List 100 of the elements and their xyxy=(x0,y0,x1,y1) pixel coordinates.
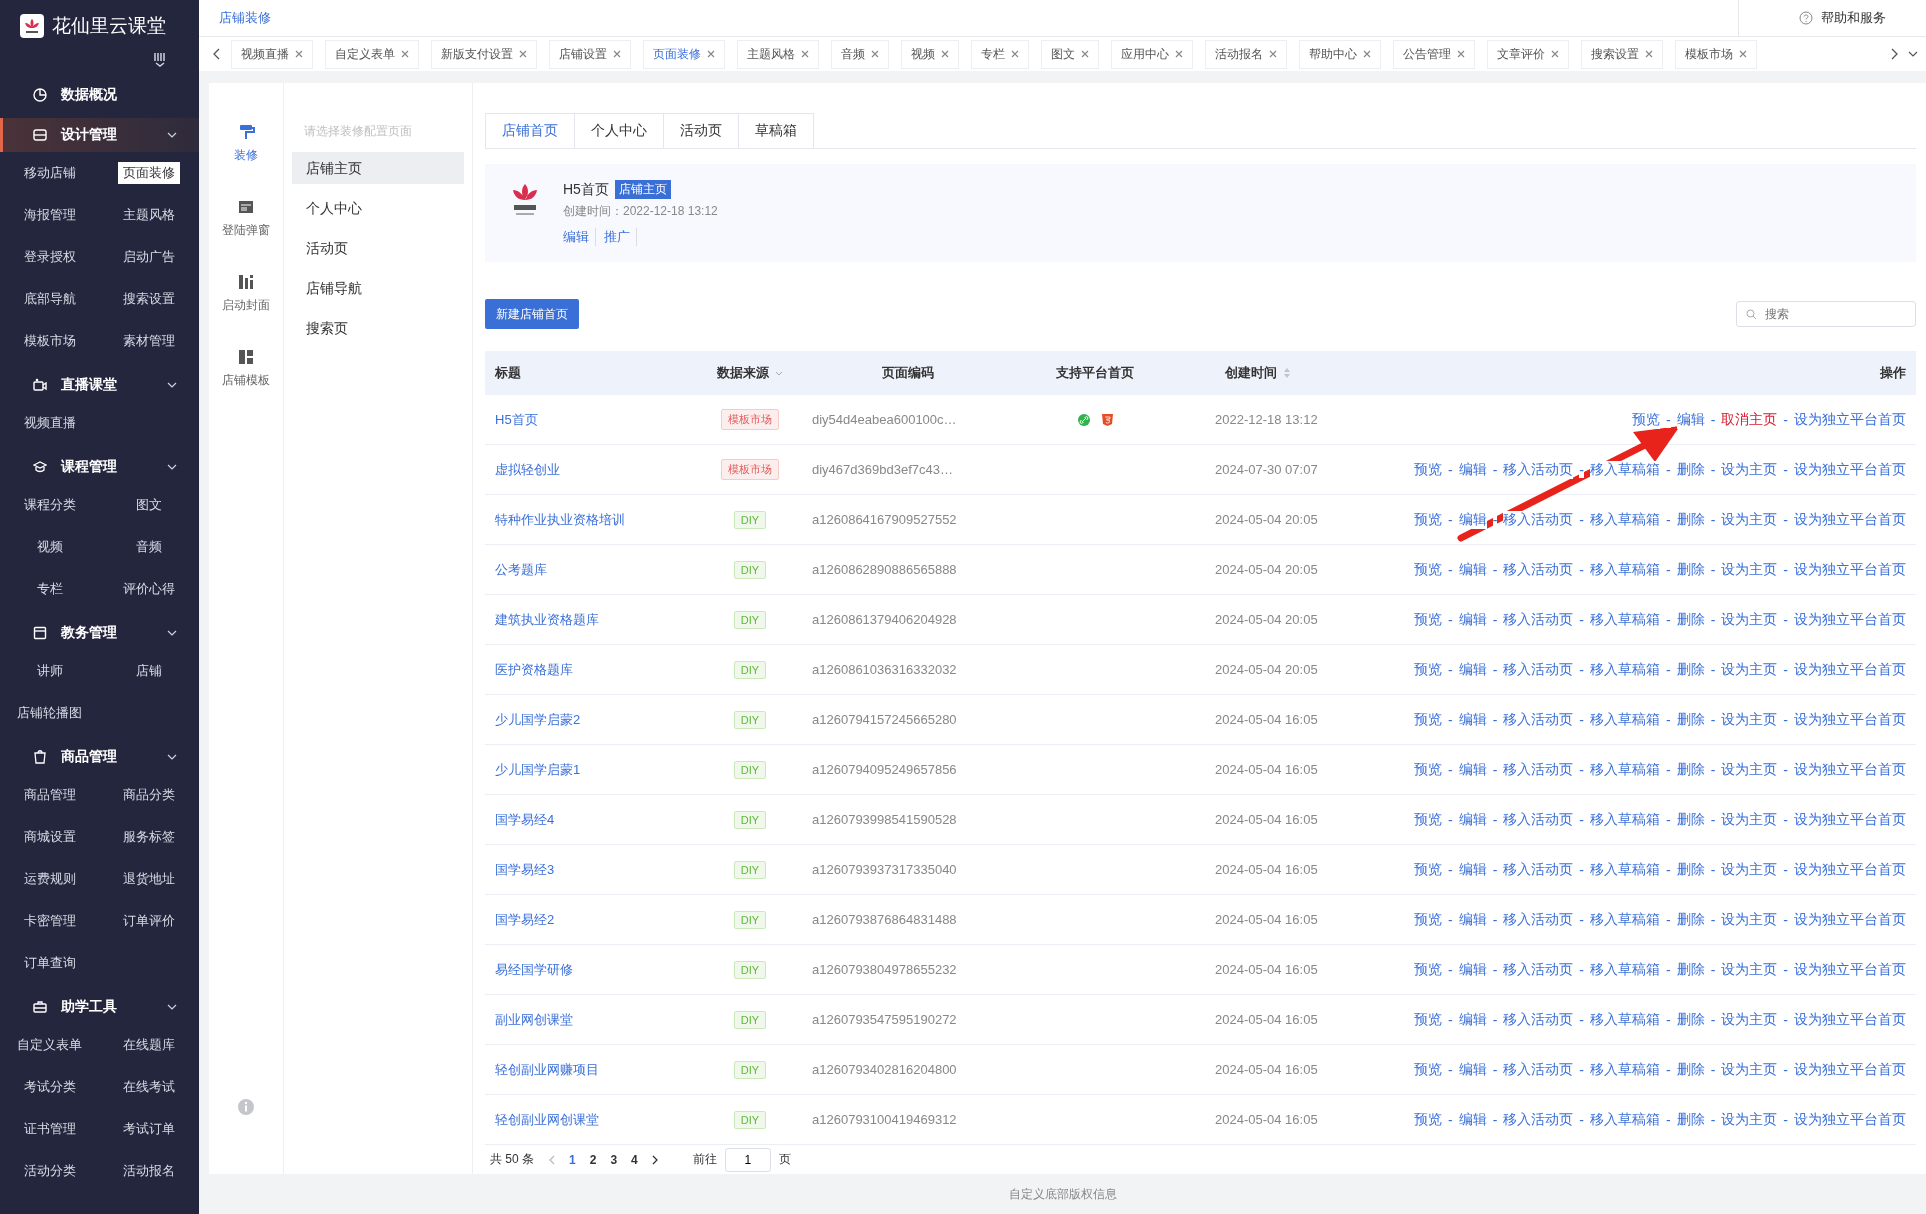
action-link[interactable]: 删除 xyxy=(1676,910,1705,929)
nav-section[interactable]: 助学工具 xyxy=(0,990,199,1024)
close-icon[interactable] xyxy=(519,50,527,58)
action-link[interactable]: 编辑 xyxy=(1458,710,1487,729)
nav-item[interactable]: 商城设置 xyxy=(18,826,81,848)
nav-item[interactable]: 考试分类 xyxy=(18,1076,81,1098)
action-link[interactable]: 移入活动页 xyxy=(1503,760,1574,779)
action-link[interactable]: 预览 xyxy=(1413,460,1442,479)
nav-item[interactable]: 运费规则 xyxy=(18,868,81,890)
nav-item[interactable]: 退货地址 xyxy=(118,868,181,890)
action-link[interactable]: 编辑 xyxy=(1458,910,1487,929)
action-link[interactable]: 删除 xyxy=(1676,810,1705,829)
action-link[interactable]: 移入草稿箱 xyxy=(1590,1010,1660,1029)
page-tab[interactable]: 新版支付设置 xyxy=(431,39,537,69)
action-link[interactable]: 设为主页 xyxy=(1721,610,1778,629)
action-link[interactable]: 删除 xyxy=(1676,510,1705,529)
close-icon[interactable] xyxy=(941,50,949,58)
action-link[interactable]: 设为独立平台首页 xyxy=(1794,460,1906,479)
action-link[interactable]: 设为主页 xyxy=(1721,810,1778,829)
action-link[interactable]: 移入活动页 xyxy=(1503,560,1574,579)
action-link[interactable]: 取消主页 xyxy=(1721,410,1778,429)
page-title-link[interactable]: 虚拟轻创业 xyxy=(495,460,560,479)
action-link[interactable]: 设为主页 xyxy=(1721,660,1778,679)
page-tab[interactable]: 搜索设置 xyxy=(1581,39,1663,69)
action-link[interactable]: 删除 xyxy=(1676,960,1705,979)
nav-item[interactable]: 音频 xyxy=(131,536,168,558)
nav-item[interactable]: 启动广告 xyxy=(118,246,181,268)
nav-item[interactable]: 搜索设置 xyxy=(118,288,181,310)
nav-item[interactable]: 考试订单 xyxy=(118,1118,181,1140)
nav-item[interactable]: 海报管理 xyxy=(18,204,81,226)
action-link[interactable]: 删除 xyxy=(1676,760,1705,779)
action-link[interactable]: 设为独立平台首页 xyxy=(1794,510,1906,529)
nav-item[interactable]: 店铺 xyxy=(131,660,168,682)
action-link[interactable]: 预览 xyxy=(1413,810,1442,829)
action-link[interactable]: 编辑 xyxy=(1676,410,1705,429)
action-link[interactable]: 移入活动页 xyxy=(1503,610,1574,629)
tool-rail-item[interactable]: 店铺模板 xyxy=(222,348,270,389)
action-link[interactable]: 设为独立平台首页 xyxy=(1794,760,1906,779)
page-title-link[interactable]: 国学易经2 xyxy=(495,910,555,929)
action-link[interactable]: 移入活动页 xyxy=(1503,1110,1574,1129)
action-link[interactable]: 设为独立平台首页 xyxy=(1794,910,1906,929)
dropdown-icon[interactable] xyxy=(1908,51,1918,57)
action-link[interactable]: 移入草稿箱 xyxy=(1590,810,1660,829)
page-tab[interactable]: 音频 xyxy=(831,39,889,69)
page-title-link[interactable]: 医护资格题库 xyxy=(495,660,573,679)
tool-rail-item[interactable]: 登陆弹窗 xyxy=(222,198,270,239)
card-link[interactable]: 推广 xyxy=(604,228,637,246)
close-icon[interactable] xyxy=(707,50,715,58)
close-icon[interactable] xyxy=(613,50,621,58)
action-link[interactable]: 移入草稿箱 xyxy=(1590,710,1660,729)
action-link[interactable]: 设为独立平台首页 xyxy=(1794,610,1906,629)
page-tab[interactable]: 文章评价 xyxy=(1487,39,1569,69)
action-link[interactable]: 编辑 xyxy=(1458,760,1487,779)
nav-item[interactable]: 服务标签 xyxy=(118,826,181,848)
page-title-link[interactable]: 轻创副业网赚项目 xyxy=(495,1060,599,1079)
nav-section[interactable]: 直播课堂 xyxy=(0,368,199,402)
action-link[interactable]: 设为主页 xyxy=(1721,910,1778,929)
action-link[interactable]: 编辑 xyxy=(1458,960,1487,979)
action-link[interactable]: 设为独立平台首页 xyxy=(1794,710,1906,729)
action-link[interactable]: 移入活动页 xyxy=(1503,510,1574,529)
action-link[interactable]: 删除 xyxy=(1676,860,1705,879)
action-link[interactable]: 设为独立平台首页 xyxy=(1794,1060,1906,1079)
prev-page-icon[interactable] xyxy=(548,1154,555,1165)
action-link[interactable]: 移入草稿箱 xyxy=(1590,860,1660,879)
page-title-link[interactable]: 易经国学研修 xyxy=(495,960,573,979)
action-link[interactable]: 编辑 xyxy=(1458,510,1487,529)
action-link[interactable]: 设为主页 xyxy=(1721,760,1778,779)
close-icon[interactable] xyxy=(1269,50,1277,58)
page-menu-item[interactable]: 搜索页 xyxy=(292,312,464,344)
page-menu-item[interactable]: 店铺主页 xyxy=(292,152,464,184)
action-link[interactable]: 设为独立平台首页 xyxy=(1794,1110,1906,1129)
scroll-right-icon[interactable] xyxy=(1890,48,1898,60)
nav-item[interactable]: 素材管理 xyxy=(118,330,181,352)
action-link[interactable]: 移入草稿箱 xyxy=(1590,1060,1660,1079)
close-icon[interactable] xyxy=(1551,50,1559,58)
page-title-link[interactable]: 国学易经4 xyxy=(495,810,555,829)
page-title-link[interactable]: 国学易经3 xyxy=(495,860,555,879)
close-icon[interactable] xyxy=(1457,50,1465,58)
page-menu-item[interactable]: 店铺导航 xyxy=(292,272,464,304)
page-tab[interactable]: 应用中心 xyxy=(1111,39,1193,69)
nav-item[interactable]: 证书管理 xyxy=(18,1118,81,1140)
scroll-left-icon[interactable] xyxy=(213,48,221,60)
page-tab[interactable]: 图文 xyxy=(1041,39,1099,69)
nav-section[interactable]: 数据概况 xyxy=(0,78,199,112)
action-link[interactable]: 删除 xyxy=(1676,1010,1705,1029)
action-link[interactable]: 设为主页 xyxy=(1721,710,1778,729)
action-link[interactable]: 移入草稿箱 xyxy=(1590,560,1660,579)
action-link[interactable]: 移入草稿箱 xyxy=(1590,610,1660,629)
action-link[interactable]: 设为独立平台首页 xyxy=(1794,410,1906,429)
page-number[interactable]: 1 xyxy=(569,1152,576,1167)
nav-item[interactable]: 卡密管理 xyxy=(18,910,81,932)
close-icon[interactable] xyxy=(295,50,303,58)
action-link[interactable]: 预览 xyxy=(1413,1110,1442,1129)
action-link[interactable]: 编辑 xyxy=(1458,1110,1487,1129)
nav-item[interactable]: 订单评价 xyxy=(118,910,181,932)
search-field[interactable]: 搜索 xyxy=(1736,301,1916,327)
action-link[interactable]: 编辑 xyxy=(1458,1060,1487,1079)
nav-section[interactable]: 设计管理 xyxy=(0,118,199,152)
action-link[interactable]: 移入草稿箱 xyxy=(1590,460,1660,479)
page-title-link[interactable]: 建筑执业资格题库 xyxy=(495,610,599,629)
